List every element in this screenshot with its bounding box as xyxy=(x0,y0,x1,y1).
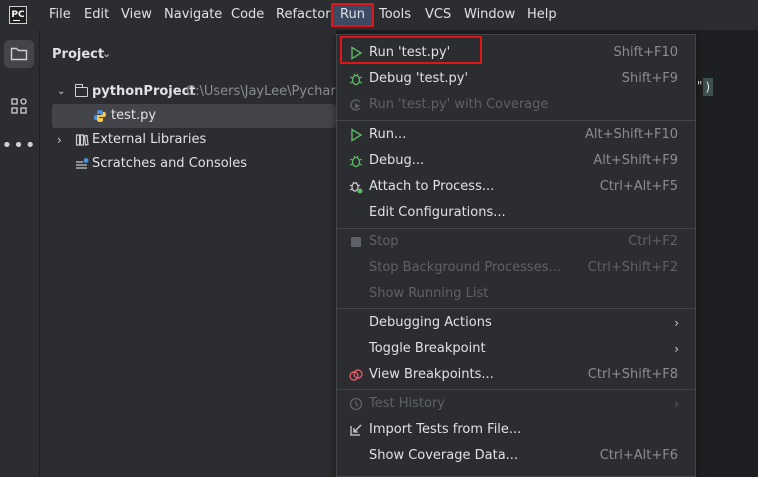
menu-item-edit-configurations[interactable]: Edit Configurations... xyxy=(337,200,695,226)
menu-separator xyxy=(337,120,695,121)
menu-item-debugging-actions[interactable]: Debugging Actions › xyxy=(337,310,695,336)
project-panel: Project ⌄ ⌄ pythonProject C:\Users\JayLe… xyxy=(40,30,348,477)
external-libraries-label: External Libraries xyxy=(92,132,207,147)
project-tool-button[interactable] xyxy=(4,40,34,68)
menu-item-run-test[interactable]: Run 'test.py' Shift+F10 xyxy=(337,40,695,66)
project-root-path: C:\Users\JayLee\Pycharm xyxy=(186,84,349,99)
menu-separator xyxy=(337,389,695,390)
menu-item-import-tests[interactable]: Import Tests from File... xyxy=(337,417,695,443)
breakpoints-icon xyxy=(349,369,363,381)
chevron-right-icon: › xyxy=(674,316,679,330)
menu-item-debug-test[interactable]: Debug 'test.py' Shift+F9 xyxy=(337,66,695,92)
menu-item-view-breakpoints[interactable]: View Breakpoints... Ctrl+Shift+F8 xyxy=(337,362,695,388)
chevron-down-icon[interactable]: ⌄ xyxy=(102,47,111,60)
menu-help[interactable]: Help xyxy=(527,7,557,22)
menu-edit[interactable]: Edit xyxy=(84,7,109,22)
menu-tools[interactable]: Tools xyxy=(379,7,411,22)
menu-item-stop-background-processes[interactable]: Stop Background Processes... Ctrl+Shift+… xyxy=(337,255,695,281)
python-file-icon xyxy=(94,110,106,122)
menu-bar: PC File Edit View Navigate Code Refactor… xyxy=(0,0,758,30)
menu-item-show-coverage-data[interactable]: Show Coverage Data... Ctrl+Alt+F6 xyxy=(337,443,695,469)
debug-icon xyxy=(349,155,363,168)
folder-icon xyxy=(74,84,88,97)
tree-row-external-libraries[interactable]: › External Libraries xyxy=(40,128,336,152)
menu-item-run-with-coverage[interactable]: Run 'test.py' with Coverage xyxy=(337,92,695,118)
tree-row-project-root[interactable]: ⌄ pythonProject C:\Users\JayLee\Pycharm xyxy=(40,80,348,104)
menu-file[interactable]: File xyxy=(49,7,71,22)
debug-icon xyxy=(349,73,363,86)
run-icon xyxy=(351,46,363,60)
menu-item-attach-to-process[interactable]: Attach to Process... Ctrl+Alt+F5 xyxy=(337,174,695,200)
folder-icon xyxy=(10,47,28,61)
chevron-right-icon: › xyxy=(674,397,679,411)
chevron-right-icon[interactable]: › xyxy=(57,128,62,152)
editor-matched-paren: ) xyxy=(703,78,713,96)
scratches-label: Scratches and Consoles xyxy=(92,156,248,171)
more-tools-icon[interactable]: ••• xyxy=(2,131,36,159)
library-icon xyxy=(75,134,89,146)
tree-row-file[interactable]: test.py xyxy=(52,104,336,128)
structure-tool-button[interactable] xyxy=(4,92,34,120)
menu-item-toggle-breakpoint[interactable]: Toggle Breakpoint › xyxy=(337,336,695,362)
import-icon xyxy=(350,424,362,436)
chevron-right-icon: › xyxy=(674,342,679,356)
menu-item-show-running-list[interactable]: Show Running List xyxy=(337,281,695,307)
menu-separator xyxy=(337,308,695,309)
menu-view[interactable]: View xyxy=(121,7,152,22)
menu-refactor[interactable]: Refactor xyxy=(276,7,331,22)
menu-item-test-history[interactable]: Test History › xyxy=(337,391,695,417)
pycharm-logo-icon: PC xyxy=(9,6,27,24)
menu-code[interactable]: Code xyxy=(231,7,264,22)
stop-icon xyxy=(351,237,361,247)
file-name: test.py xyxy=(111,108,157,123)
menu-vcs[interactable]: VCS xyxy=(425,7,451,22)
scratches-icon xyxy=(76,158,89,169)
project-panel-title[interactable]: Project xyxy=(52,47,104,62)
chevron-down-icon[interactable]: ⌄ xyxy=(57,80,65,104)
run-menu-dropdown: Run 'test.py' Shift+F10 Debug 'test.py' … xyxy=(336,34,696,477)
menu-navigate[interactable]: Navigate xyxy=(164,7,222,22)
project-root-name: pythonProject xyxy=(92,84,196,99)
menu-item-debug-config[interactable]: Debug... Alt+Shift+F9 xyxy=(337,148,695,174)
menu-window[interactable]: Window xyxy=(464,7,515,22)
menu-item-stop[interactable]: Stop Ctrl+F2 xyxy=(337,229,695,255)
menu-item-run-config[interactable]: Run... Alt+Shift+F10 xyxy=(337,122,695,148)
menu-run[interactable]: Run xyxy=(331,3,374,27)
coverage-icon xyxy=(350,99,361,111)
run-icon xyxy=(351,128,363,142)
tree-row-scratches[interactable]: Scratches and Consoles xyxy=(40,152,336,176)
tool-window-strip: ••• xyxy=(0,30,40,477)
structure-icon xyxy=(11,98,27,114)
attach-icon xyxy=(349,181,363,194)
history-icon xyxy=(349,397,363,411)
